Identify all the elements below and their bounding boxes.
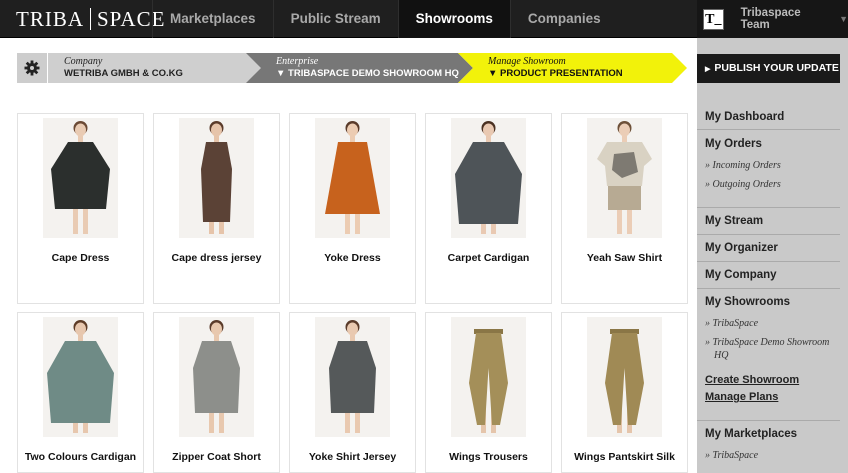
breadcrumb-enterprise-value: ▼ TRIBASPACE DEMO SHOWROOM HQ	[276, 68, 459, 79]
tribaspace-logo[interactable]: TRIBA SPACE	[16, 7, 165, 31]
breadcrumb-company[interactable]: Company WETRIBA GMBH & CO.KG	[48, 53, 275, 83]
product-card[interactable]: Wings Trousers	[425, 312, 552, 473]
manage-plans-link[interactable]: Manage Plans	[705, 391, 778, 403]
product-card[interactable]: Yoke Shirt Jersey	[289, 312, 416, 473]
product-name[interactable]: Zipper Coat Short	[154, 451, 279, 463]
breadcrumb-enterprise-label: Enterprise	[276, 56, 319, 67]
create-showroom-link[interactable]: Create Showroom	[705, 374, 799, 386]
sidebar-item-showrooms[interactable]: My Showrooms	[705, 296, 790, 308]
product-photo	[587, 317, 662, 437]
divider	[697, 420, 840, 421]
product-name[interactable]: Wings Pantskirt Silk	[562, 451, 687, 463]
product-photo	[315, 317, 390, 437]
sidebar: ▶ PUBLISH YOUR UPDATE My Dashboard My Ord…	[697, 38, 848, 473]
product-name[interactable]: Wings Trousers	[426, 451, 551, 463]
play-icon: ▶	[705, 66, 711, 73]
product-photo	[587, 118, 662, 238]
breadcrumb-manage-value: ▼ PRODUCT PRESENTATION	[488, 68, 623, 79]
sidebar-item-showroom-tribaspace[interactable]: » TribaSpace	[705, 317, 758, 330]
sidebar-item-company[interactable]: My Company	[705, 269, 777, 281]
nav-showrooms[interactable]: Showrooms	[397, 0, 510, 38]
product-card[interactable]: Carpet Cardigan	[425, 113, 552, 304]
product-name[interactable]: Yeah Saw Shirt	[562, 252, 687, 264]
nav-marketplaces[interactable]: Marketplaces	[152, 0, 273, 38]
user-menu[interactable]: T_ Tribaspace Team ▼	[697, 0, 848, 38]
publish-label: PUBLISH YOUR UPDATE	[714, 62, 839, 74]
divider	[697, 234, 840, 235]
product-card[interactable]: Cape Dress	[17, 113, 144, 304]
sidebar-item-incoming-orders[interactable]: » Incoming Orders	[705, 159, 781, 172]
breadcrumb-manage-showroom[interactable]: Manage Showroom ▼ PRODUCT PRESENTATION	[458, 53, 687, 83]
publish-update-button[interactable]: ▶ PUBLISH YOUR UPDATE	[697, 54, 840, 83]
sidebar-item-stream[interactable]: My Stream	[705, 215, 763, 227]
product-card[interactable]: Wings Pantskirt Silk	[561, 312, 688, 473]
nav-public-stream[interactable]: Public Stream	[272, 0, 398, 38]
breadcrumb-company-value: WETRIBA GMBH & CO.KG	[64, 68, 183, 79]
sidebar-item-marketplace-tribaspace[interactable]: » TribaSpace	[705, 449, 758, 462]
sidebar-item-orders[interactable]: My Orders	[705, 138, 762, 150]
sidebar-item-organizer[interactable]: My Organizer	[705, 242, 778, 254]
product-photo	[451, 317, 526, 437]
showroom-1-label: TribaSpace	[712, 318, 759, 329]
chevron-down-icon: ▼	[839, 14, 848, 24]
product-name[interactable]: Yoke Dress	[290, 252, 415, 264]
outgoing-orders-label: Outgoing Orders	[712, 179, 781, 190]
product-photo	[43, 317, 118, 437]
sidebar-item-showroom-demo-hq[interactable]: » TribaSpace Demo Showroom HQ	[705, 336, 840, 362]
product-name[interactable]: Cape dress jersey	[154, 252, 279, 264]
product-card[interactable]: Two Colours Cardigan	[17, 312, 144, 473]
divider	[697, 288, 840, 289]
product-photo	[179, 317, 254, 437]
product-name[interactable]: Cape Dress	[18, 252, 143, 264]
avatar: T_	[703, 8, 724, 30]
product-photo	[179, 118, 254, 238]
sidebar-item-dashboard[interactable]: My Dashboard	[705, 111, 784, 123]
sidebar-item-marketplaces[interactable]: My Marketplaces	[705, 428, 797, 440]
settings-button[interactable]	[17, 53, 47, 83]
product-name[interactable]: Carpet Cardigan	[426, 252, 551, 264]
divider	[697, 129, 840, 130]
product-card[interactable]: Yoke Dress	[289, 113, 416, 304]
top-bar: TRIBA SPACE Marketplaces Public Stream S…	[0, 0, 848, 38]
gear-icon	[24, 60, 40, 76]
product-name[interactable]: Two Colours Cardigan	[18, 451, 143, 463]
main-nav: Marketplaces Public Stream Showrooms Com…	[152, 0, 618, 38]
user-name: Tribaspace Team	[740, 7, 801, 31]
breadcrumb-enterprise[interactable]: Enterprise ▼ TRIBASPACE DEMO SHOWROOM HQ	[246, 53, 473, 83]
market-1-label: TribaSpace	[712, 450, 759, 461]
divider	[697, 261, 840, 262]
breadcrumb: Company WETRIBA GMBH & CO.KG Enterprise …	[17, 53, 687, 83]
breadcrumb-manage-label: Manage Showroom	[488, 56, 566, 67]
breadcrumb-company-label: Company	[64, 56, 103, 67]
incoming-orders-label: Incoming Orders	[712, 160, 781, 171]
product-name[interactable]: Yoke Shirt Jersey	[290, 451, 415, 463]
logo-left-text: TRIBA	[16, 6, 84, 31]
sidebar-item-outgoing-orders[interactable]: » Outgoing Orders	[705, 178, 781, 191]
divider	[697, 207, 840, 208]
product-photo	[43, 118, 118, 238]
product-card[interactable]: Zipper Coat Short	[153, 312, 280, 473]
product-card[interactable]: Cape dress jersey	[153, 113, 280, 304]
product-card[interactable]: Yeah Saw Shirt	[561, 113, 688, 304]
nav-companies[interactable]: Companies	[509, 0, 618, 38]
showroom-2-label: TribaSpace Demo Showroom HQ	[712, 337, 830, 361]
logo-separator	[90, 8, 91, 30]
product-photo	[451, 118, 526, 238]
product-photo	[315, 118, 390, 238]
